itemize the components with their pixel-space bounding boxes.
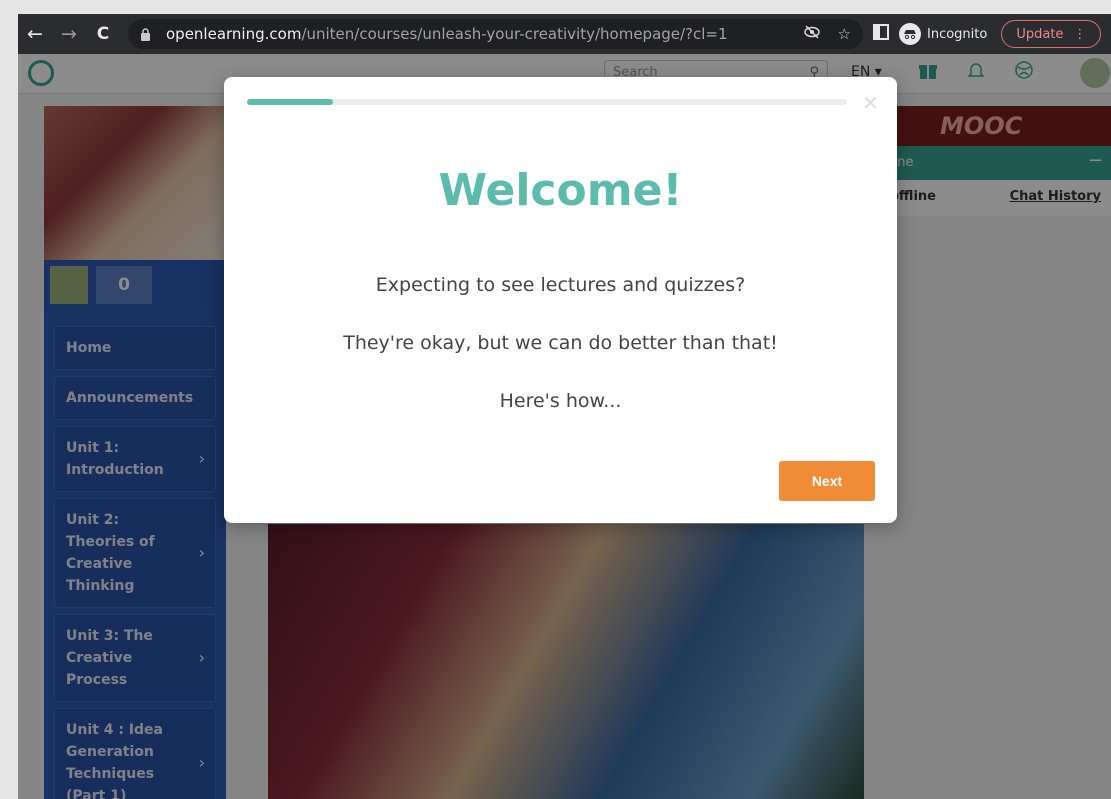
next-button[interactable]: Next bbox=[779, 461, 875, 501]
url-path: /uniten/courses/unleash-your-creativity/… bbox=[301, 25, 728, 43]
star-icon[interactable]: ☆ bbox=[838, 25, 851, 43]
back-button[interactable]: ← bbox=[18, 17, 52, 51]
progress-fill bbox=[247, 99, 333, 105]
modal-line-1: Expecting to see lectures and quizzes? bbox=[375, 274, 746, 296]
modal-line-2: They're okay, but we can do better than … bbox=[343, 332, 778, 354]
eye-off-icon[interactable] bbox=[803, 25, 820, 43]
update-button[interactable]: Update ⋮ bbox=[1001, 20, 1102, 48]
reload-button[interactable]: C bbox=[86, 17, 120, 51]
menu-icon[interactable]: ⋮ bbox=[1073, 27, 1086, 42]
modal-line-3: Here's how... bbox=[499, 390, 622, 412]
onboarding-progress bbox=[247, 99, 847, 105]
browser-toolbar: ← → C openlearning.com/uniten/courses/un… bbox=[18, 14, 1111, 54]
url-host: openlearning.com bbox=[166, 25, 302, 43]
side-panel-icon[interactable] bbox=[873, 24, 889, 44]
welcome-modal: ✕ Welcome! Expecting to see lectures and… bbox=[224, 77, 897, 523]
modal-title: Welcome! bbox=[438, 165, 683, 216]
incognito-indicator[interactable]: Incognito bbox=[899, 23, 987, 45]
update-label: Update bbox=[1016, 26, 1064, 42]
close-icon[interactable]: ✕ bbox=[862, 91, 879, 115]
incognito-icon bbox=[899, 23, 921, 45]
address-bar[interactable]: openlearning.com/uniten/courses/unleash-… bbox=[128, 19, 863, 49]
forward-button[interactable]: → bbox=[52, 17, 86, 51]
lock-icon bbox=[140, 26, 156, 42]
incognito-label: Incognito bbox=[927, 26, 988, 42]
